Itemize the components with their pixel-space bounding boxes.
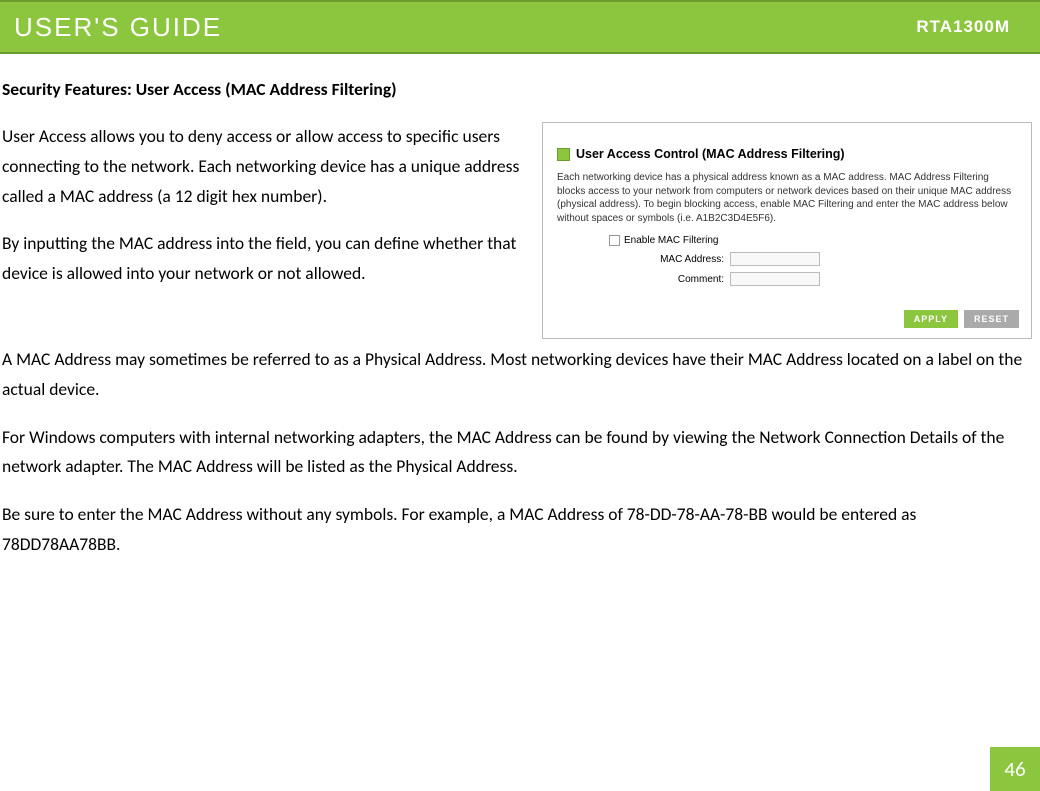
panel-form: Enable MAC Filtering MAC Address: Commen… [609,235,1025,286]
comment-label: Comment: [609,274,724,285]
panel-title-row: User Access Control (MAC Address Filteri… [557,147,1025,161]
enable-checkbox[interactable] [609,235,620,246]
router-settings-panel: User Access Control (MAC Address Filteri… [542,122,1032,339]
section-heading: Security Features: User Access (MAC Addr… [2,78,1032,100]
paragraph-1: User Access allows you to deny access or… [2,122,526,211]
paragraph-3: A MAC Address may sometimes be referred … [2,345,1032,405]
text-wrap-left: User Access allows you to deny access or… [2,122,526,307]
enable-label: Enable MAC Filtering [624,235,718,246]
comment-input[interactable] [730,272,820,286]
header-banner: USER'S GUIDE RTA1300M [0,0,1040,54]
comment-row: Comment: [609,272,1025,286]
paragraph-5: Be sure to enter the MAC Address without… [2,500,1032,560]
paragraph-4: For Windows computers with internal netw… [2,423,1032,483]
enable-row: Enable MAC Filtering [609,235,1025,246]
apply-button[interactable]: APPLY [904,310,958,328]
reset-button[interactable]: RESET [964,310,1019,328]
page-number: 46 [990,747,1040,791]
header-title: USER'S GUIDE [14,12,222,43]
content-area: Security Features: User Access (MAC Addr… [0,54,1040,560]
paragraph-2: By inputting the MAC address into the fi… [2,229,526,289]
header-model: RTA1300M [916,17,1010,37]
mac-address-input[interactable] [730,252,820,266]
top-layout: User Access allows you to deny access or… [2,122,1032,339]
panel-buttons: APPLY RESET [549,310,1019,328]
panel-title: User Access Control (MAC Address Filteri… [576,147,845,161]
panel-description: Each networking device has a physical ad… [557,171,1017,225]
body-text-lower: A MAC Address may sometimes be referred … [2,345,1032,560]
panel-accent-icon [557,148,570,161]
mac-address-row: MAC Address: [609,252,1025,266]
mac-address-label: MAC Address: [609,254,724,265]
